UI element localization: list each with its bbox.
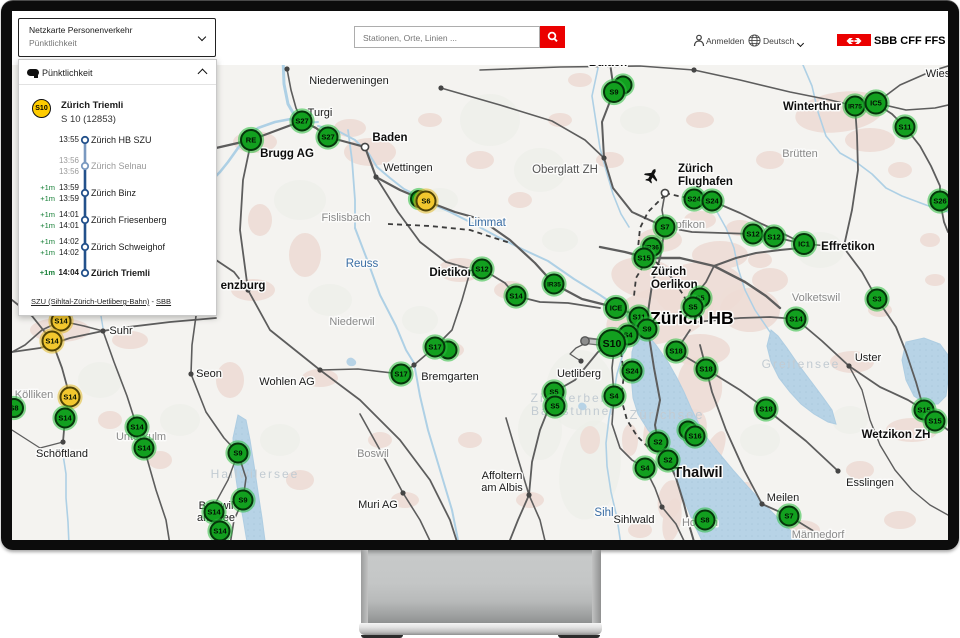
svg-text:S12: S12 [746,230,759,239]
svg-text:S9: S9 [233,449,242,458]
svg-text:Wetzikon ZH: Wetzikon ZH [862,429,931,441]
svg-text:Suhr: Suhr [109,325,133,337]
svg-text:Niederweningen: Niederweningen [309,75,389,87]
svg-text:S12: S12 [767,233,780,242]
svg-text:Volketswil: Volketswil [792,292,840,304]
svg-text:Uster: Uster [855,352,882,364]
svg-text:Oberglatt ZH: Oberglatt ZH [532,164,598,176]
svg-text:IC1: IC1 [798,240,810,249]
svg-text:S18: S18 [669,347,682,356]
svg-text:S5: S5 [550,402,559,411]
svg-text:Limmat: Limmat [468,217,507,229]
svg-text:IR75: IR75 [848,103,862,110]
svg-text:S9: S9 [642,325,651,334]
svg-text:Winterthur: Winterthur [783,101,842,113]
svg-text:enzburg: enzburg [221,280,266,292]
svg-text:S2: S2 [653,438,662,447]
svg-text:S6: S6 [421,197,430,206]
svg-text:Baden: Baden [372,132,407,144]
svg-text:S9: S9 [238,496,247,505]
svg-text:Uetliberg: Uetliberg [557,368,601,380]
svg-text:Wies: Wies [926,68,948,80]
svg-text:Muri AG: Muri AG [358,499,398,511]
svg-text:Männedorf: Männedorf [792,529,846,540]
svg-text:Fislisbach: Fislisbach [322,212,371,224]
svg-text:S15: S15 [928,417,941,426]
svg-text:Bremgarten: Bremgarten [421,371,478,383]
svg-text:S16: S16 [688,432,701,441]
svg-text:S4: S4 [640,464,650,473]
svg-text:S14: S14 [213,527,227,536]
svg-text:IR35: IR35 [547,281,561,288]
svg-text:Flughafen: Flughafen [678,176,733,188]
svg-text:S17: S17 [394,370,407,379]
svg-text:S8: S8 [12,404,19,413]
svg-text:am Albis: am Albis [481,482,523,494]
svg-text:Boswil: Boswil [357,448,389,460]
svg-text:ICE: ICE [610,304,623,313]
svg-text:S24: S24 [625,367,639,376]
svg-text:S14: S14 [509,292,523,301]
svg-text:Brugg AG: Brugg AG [260,148,314,160]
svg-text:S7: S7 [784,512,793,521]
svg-text:S2: S2 [663,456,672,465]
svg-text:Bülach: Bülach [589,65,627,69]
svg-text:Reuss: Reuss [346,258,379,270]
svg-text:S17: S17 [428,343,441,352]
svg-text:S14: S14 [137,444,151,453]
svg-text:Oerlikon: Oerlikon [651,279,698,291]
svg-text:S14: S14 [58,414,72,423]
svg-text:S24: S24 [705,197,719,206]
svg-text:RE: RE [246,136,256,145]
svg-text:S27: S27 [295,117,308,126]
svg-text:Meilen: Meilen [767,492,799,504]
svg-text:Affoltern: Affoltern [482,470,523,482]
svg-text:S8: S8 [700,516,709,525]
svg-text:S14: S14 [130,423,144,432]
svg-text:Thalwil: Thalwil [673,465,722,481]
svg-text:S24: S24 [687,195,701,204]
svg-text:S9: S9 [609,88,618,97]
svg-text:Wettingen: Wettingen [383,162,432,174]
svg-text:S4: S4 [609,392,619,401]
svg-text:Wohlen AG: Wohlen AG [259,376,314,388]
svg-text:Zürich: Zürich [678,163,713,175]
svg-text:S12: S12 [475,265,488,274]
svg-text:S14: S14 [207,508,221,517]
svg-text:Hallwilersee: Hallwilersee [211,467,300,481]
svg-text:S14: S14 [45,337,59,346]
svg-text:Greifensee: Greifensee [762,357,841,371]
svg-text:Schöftland: Schöftland [36,448,88,460]
svg-text:Zürich: Zürich [651,266,686,278]
svg-text:Dietikon: Dietikon [429,267,474,279]
svg-text:S14: S14 [54,317,68,326]
svg-text:S7: S7 [660,223,669,232]
svg-text:Seon: Seon [196,368,222,380]
svg-text:S3: S3 [872,295,881,304]
svg-text:S14: S14 [63,393,77,402]
svg-text:IC5: IC5 [870,99,882,108]
svg-text:S14: S14 [789,315,803,324]
svg-text:S15: S15 [637,254,650,263]
svg-text:S18: S18 [759,405,772,414]
svg-text:Brütten: Brütten [782,148,817,160]
svg-text:Sihlwald: Sihlwald [614,514,655,526]
svg-text:Sihl: Sihl [594,507,613,519]
svg-text:S26: S26 [933,197,946,206]
svg-text:S18: S18 [699,365,712,374]
svg-text:S5: S5 [688,303,697,312]
svg-text:Niederwil: Niederwil [329,316,374,328]
svg-text:Effretikon: Effretikon [821,241,875,253]
svg-text:Esslingen: Esslingen [846,477,894,489]
svg-text:S10: S10 [603,338,622,350]
svg-text:S27: S27 [321,133,334,142]
svg-text:S11: S11 [899,123,912,132]
